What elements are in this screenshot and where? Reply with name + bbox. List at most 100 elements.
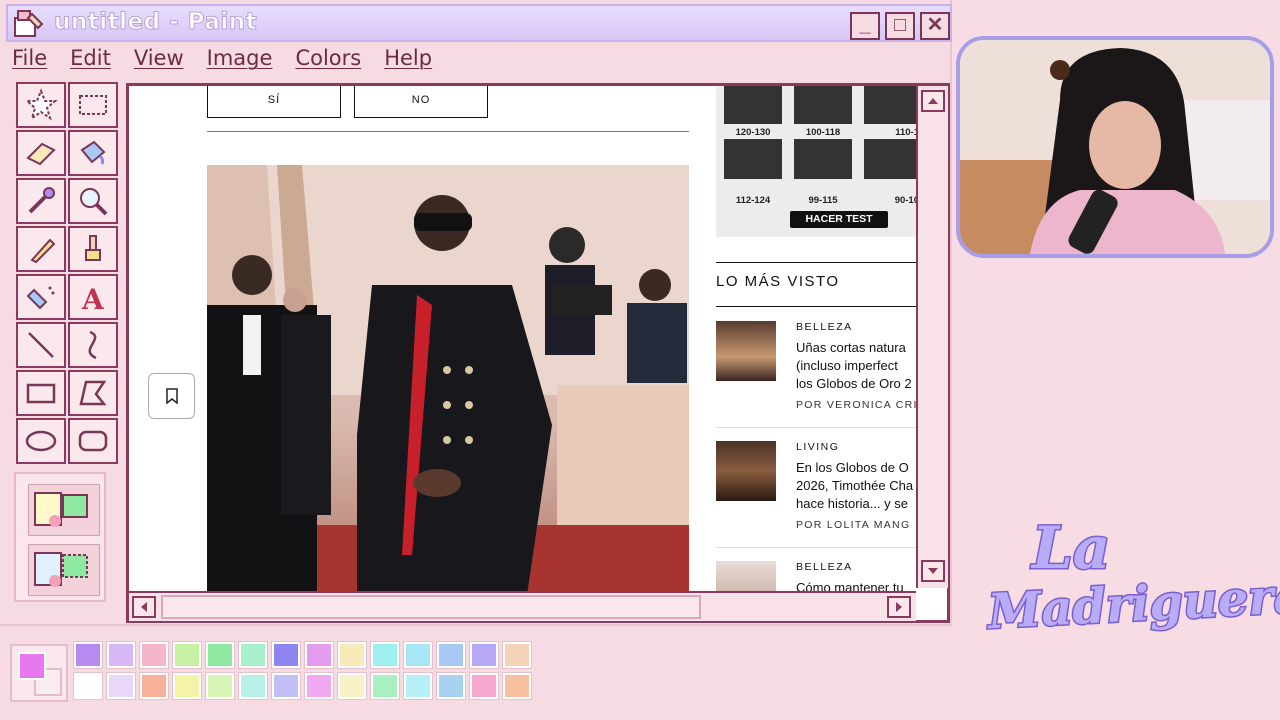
paint-app-icon <box>14 10 44 37</box>
scroll-up-button[interactable] <box>921 90 945 112</box>
article-title-line: hace historia... y se <box>796 496 908 511</box>
menu-file[interactable]: File <box>12 46 47 78</box>
color-swatch[interactable] <box>305 642 333 668</box>
title-bar[interactable]: untitled - Paint _ □ ✕ <box>6 4 952 42</box>
menu-edit[interactable]: Edit <box>70 46 111 78</box>
brush-icon <box>85 235 101 261</box>
close-button[interactable]: ✕ <box>920 12 950 40</box>
pencil-tool[interactable] <box>16 226 66 272</box>
color-swatch[interactable] <box>74 642 102 668</box>
scroll-thumb[interactable] <box>161 595 701 619</box>
scroll-down-button[interactable] <box>921 560 945 582</box>
color-swatch[interactable] <box>173 673 201 699</box>
fill-tool[interactable] <box>68 130 118 176</box>
menu-help[interactable]: Help <box>384 46 432 78</box>
color-swatch[interactable] <box>305 673 333 699</box>
minimize-button[interactable]: _ <box>850 12 880 40</box>
color-swatch[interactable] <box>437 673 465 699</box>
la-madriguera-logo: La Madriguera <box>980 510 1280 680</box>
color-swatch[interactable] <box>338 673 366 699</box>
portrait-image <box>794 139 852 179</box>
horizontal-scrollbar[interactable] <box>129 591 916 621</box>
toolbox: A <box>14 80 120 468</box>
current-colors[interactable] <box>10 644 68 702</box>
color-swatch[interactable] <box>107 642 135 668</box>
polygon-tool[interactable] <box>68 370 118 416</box>
yes-button[interactable]: SÍ <box>207 86 341 118</box>
color-swatch[interactable] <box>239 642 267 668</box>
color-swatch[interactable] <box>404 673 432 699</box>
take-test-button[interactable]: HACER TEST <box>790 211 888 228</box>
color-swatch[interactable] <box>107 673 135 699</box>
scroll-right-button[interactable] <box>887 596 911 618</box>
color-swatch[interactable] <box>140 673 168 699</box>
iq-score: 112-124 <box>735 195 771 206</box>
arrow-right-icon <box>896 602 902 612</box>
line-tool[interactable] <box>16 322 66 368</box>
free-select-tool[interactable] <box>16 82 66 128</box>
airbrush-icon <box>26 286 55 310</box>
rounded-rectangle-tool[interactable] <box>68 418 118 464</box>
bookmark-button[interactable] <box>148 373 195 419</box>
article-title-line: (incluso imperfect <box>796 358 898 373</box>
color-swatch[interactable] <box>206 673 234 699</box>
article-author: POR VERONICA CRIS <box>796 399 919 411</box>
color-swatch[interactable] <box>503 642 531 668</box>
article-photo <box>207 165 689 595</box>
canvas[interactable]: SÍ NO 120-130 100-118 110-1 112-124 99-1… <box>126 83 950 623</box>
logo-text-madriguera: Madriguera <box>985 566 1280 641</box>
transparent-selection-option[interactable] <box>28 544 100 596</box>
menu-bar: File Edit View Image Colors Help <box>12 46 455 78</box>
color-swatch[interactable] <box>338 642 366 668</box>
color-swatch[interactable] <box>437 642 465 668</box>
color-picker-tool[interactable] <box>16 178 66 224</box>
eraser-tool[interactable] <box>16 130 66 176</box>
magnifier-tool[interactable] <box>68 178 118 224</box>
ellipse-tool[interactable] <box>16 418 66 464</box>
eraser-icon <box>26 142 56 166</box>
color-swatch[interactable] <box>272 673 300 699</box>
article-card[interactable]: BELLEZA Uñas cortas natura (incluso impe… <box>716 321 919 431</box>
color-swatch[interactable] <box>470 642 498 668</box>
window-title: untitled - Paint <box>53 9 258 36</box>
color-swatch[interactable] <box>503 673 531 699</box>
color-swatch[interactable] <box>239 673 267 699</box>
iq-score: 110-1 <box>895 127 919 138</box>
color-swatch[interactable] <box>272 642 300 668</box>
menu-image[interactable]: Image <box>207 46 273 78</box>
rounded-rectangle-icon <box>78 430 108 452</box>
text-tool[interactable]: A <box>68 274 118 320</box>
color-swatch[interactable] <box>173 642 201 668</box>
polygon-icon <box>79 380 107 406</box>
eyedropper-icon <box>28 187 55 214</box>
no-button[interactable]: NO <box>354 86 488 118</box>
color-swatch[interactable] <box>140 642 168 668</box>
airbrush-tool[interactable] <box>16 274 66 320</box>
foreground-color[interactable] <box>18 652 46 680</box>
portrait-image <box>864 139 919 179</box>
color-swatch[interactable] <box>404 642 432 668</box>
color-swatch[interactable] <box>371 642 399 668</box>
opaque-selection-option[interactable] <box>28 484 100 536</box>
paint-bucket-icon <box>80 140 106 165</box>
color-swatch[interactable] <box>206 642 234 668</box>
brush-tool[interactable] <box>68 226 118 272</box>
portrait-image <box>794 86 852 124</box>
scroll-left-button[interactable] <box>132 596 156 618</box>
rect-select-tool[interactable] <box>68 82 118 128</box>
tool-options <box>14 472 106 602</box>
logo-text-la: La <box>1030 513 1111 584</box>
rect-select-icon <box>79 95 107 115</box>
color-swatch[interactable] <box>74 673 102 699</box>
rectangle-tool[interactable] <box>16 370 66 416</box>
article-title-line: Uñas cortas natura <box>796 340 906 355</box>
color-swatch[interactable] <box>470 673 498 699</box>
vertical-scrollbar[interactable] <box>916 86 948 588</box>
menu-view[interactable]: View <box>134 46 184 78</box>
article-card[interactable]: LIVING En los Globos de O 2026, Timothée… <box>716 441 919 551</box>
maximize-button[interactable]: □ <box>885 12 915 40</box>
divider <box>207 131 689 132</box>
curve-tool[interactable] <box>68 322 118 368</box>
color-swatch[interactable] <box>371 673 399 699</box>
menu-colors[interactable]: Colors <box>295 46 361 78</box>
